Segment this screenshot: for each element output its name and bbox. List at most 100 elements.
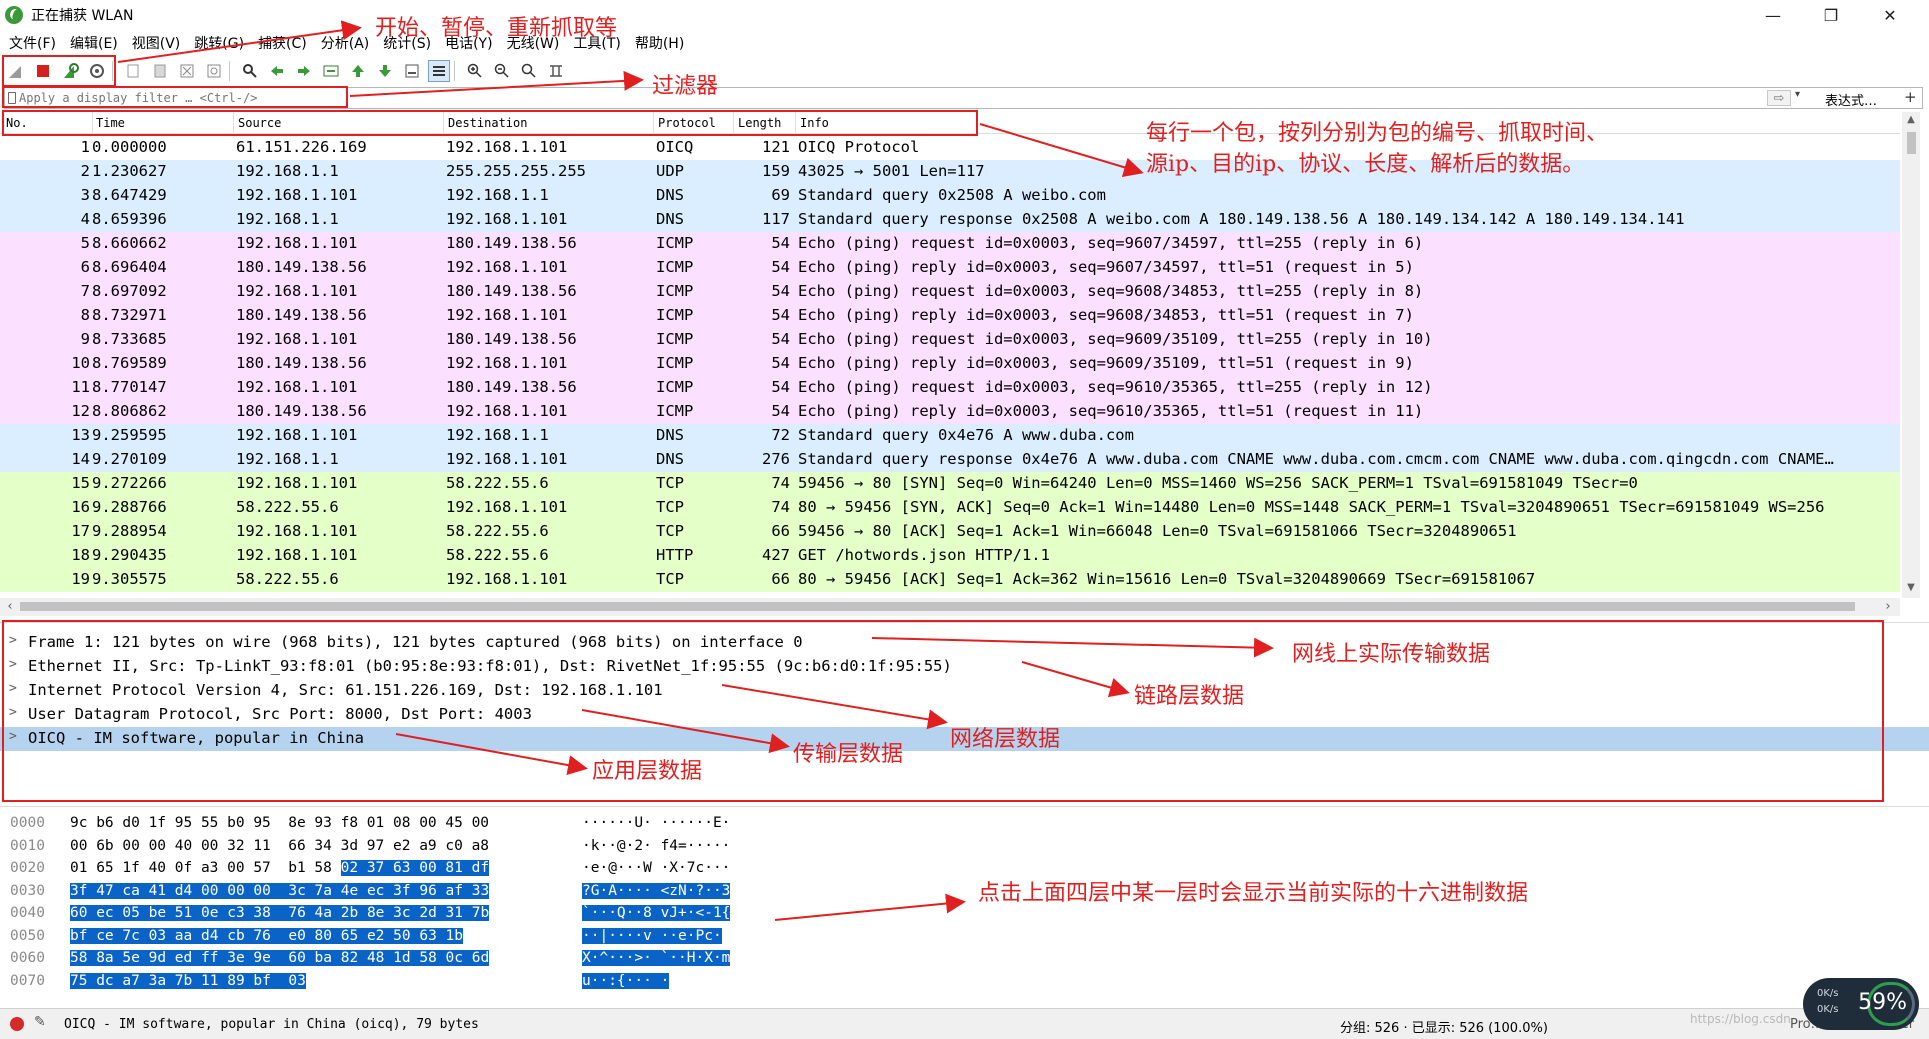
capture-status-icon[interactable] xyxy=(10,1017,24,1031)
packet-info: Echo (ping) request id=0x0003, seq=9607/… xyxy=(798,234,1424,252)
expression-button[interactable]: 表达式… xyxy=(1825,90,1877,109)
hex-bytes: 75 dc a7 3a 7b 11 89 bf 03 xyxy=(70,972,306,989)
packet-length: 74 xyxy=(771,498,790,516)
packet-list-vscroll[interactable]: ▲ ▼ xyxy=(1902,112,1920,598)
normal-size-icon[interactable] xyxy=(518,60,540,82)
add-filter-button[interactable]: + xyxy=(1904,88,1917,106)
packet-row[interactable]: 2 1.230627 192.168.1.1 255.255.255.255 UDP 15… xyxy=(0,160,1900,184)
packet-info: Standard query 0x2508 A weibo.com xyxy=(798,186,1106,204)
packet-length: 66 xyxy=(771,570,790,588)
colorize-icon[interactable] xyxy=(428,60,450,82)
resize-columns-icon[interactable] xyxy=(545,60,567,82)
packet-length: 54 xyxy=(771,258,790,276)
zoom-out-icon[interactable] xyxy=(491,60,513,82)
menu-help[interactable]: 帮助(H) xyxy=(626,33,689,53)
packet-length: 69 xyxy=(771,186,790,204)
packet-length: 54 xyxy=(771,378,790,396)
first-packet-icon[interactable] xyxy=(347,60,369,82)
menu-analyze[interactable]: 分析(A) xyxy=(312,33,375,53)
go-forward-icon[interactable] xyxy=(293,60,315,82)
packet-row[interactable]: 15 9.272266 192.168.1.101 58.222.55.6 TCP 74 5… xyxy=(0,472,1900,496)
packet-row[interactable]: 8 8.732971 180.149.138.56 192.168.1.101 ICMP… xyxy=(0,304,1900,328)
hex-ascii: ·k··@·2· f4=····· xyxy=(582,837,731,854)
packet-bytes-pane: 0000 9c b6 d0 1f 95 55 b0 95 8e 93 f8 01 … xyxy=(0,806,1929,1004)
last-packet-icon[interactable] xyxy=(374,60,396,82)
find-packet-icon[interactable] xyxy=(239,60,261,82)
toolbar-separator xyxy=(454,61,455,81)
hex-ascii: `···Q··8 vJ+·<-1{ xyxy=(582,905,731,921)
maximize-button[interactable]: ❐ xyxy=(1803,0,1859,30)
packet-row[interactable]: 18 9.290435 192.168.1.101 58.222.55.6 HTTP 42… xyxy=(0,544,1900,568)
packet-row[interactable]: 5 8.660662 192.168.1.101 180.149.138.56 ICMP… xyxy=(0,232,1900,256)
download-speed: 0K/s xyxy=(1817,1004,1839,1015)
packet-list-hscroll[interactable]: ‹ › xyxy=(0,598,1900,616)
hex-offset: 0070 xyxy=(10,972,45,989)
menu-edit[interactable]: 编辑(E) xyxy=(61,33,123,53)
edit-comment-icon[interactable]: ✎ xyxy=(34,1014,46,1030)
packet-length: 54 xyxy=(771,402,790,420)
packet-row[interactable]: 11 8.770147 192.168.1.101 180.149.138.56 ICM… xyxy=(0,376,1900,400)
go-back-icon[interactable] xyxy=(266,60,288,82)
packet-length: 72 xyxy=(771,426,790,444)
packet-row[interactable]: 9 8.733685 192.168.1.101 180.149.138.56 ICMP… xyxy=(0,328,1900,352)
scroll-right-icon[interactable]: › xyxy=(1880,598,1896,616)
menu-go[interactable]: 跳转(G) xyxy=(185,33,249,53)
packet-row[interactable]: 1 0.000000 61.151.226.169 192.168.1.101 OICQ… xyxy=(0,136,1900,160)
packet-row[interactable]: 7 8.697092 192.168.1.101 180.149.138.56 ICMP… xyxy=(0,280,1900,304)
scroll-thumb[interactable] xyxy=(20,602,1855,611)
packet-info: 59456 → 80 [ACK] Seq=1 Ack=1 Win=66048 L… xyxy=(798,522,1517,540)
hex-ascii: ·e·@···W ·X·7c··· xyxy=(582,860,731,876)
packet-row[interactable]: 19 9.305575 58.222.55.6 192.168.1.101 TCP 66 8… xyxy=(0,568,1900,592)
packet-row[interactable]: 12 8.806862 180.149.138.56 192.168.1.101 ICM… xyxy=(0,400,1900,424)
reload-file-icon[interactable] xyxy=(203,60,225,82)
packet-length: 117 xyxy=(762,210,790,228)
packet-info: GET /hotwords.json HTTP/1.1 xyxy=(798,546,1050,564)
packet-row[interactable]: 4 8.659396 192.168.1.1 192.168.1.101 DNS 117 S… xyxy=(0,208,1900,232)
packet-row[interactable]: 6 8.696404 180.149.138.56 192.168.1.101 ICMP… xyxy=(0,256,1900,280)
packet-length: 66 xyxy=(771,522,790,540)
cpu-percent: 59% xyxy=(1858,990,1907,1015)
filter-history-dropdown[interactable]: ▾ xyxy=(1795,89,1800,100)
packet-info: 80 → 59456 [SYN, ACK] Seq=0 Ack=1 Win=14… xyxy=(798,498,1825,516)
hex-offset: 0010 xyxy=(10,837,45,854)
menu-capture[interactable]: 捕获(C) xyxy=(249,33,312,53)
minimize-button[interactable]: — xyxy=(1745,0,1801,30)
packet-row[interactable]: 17 9.288954 192.168.1.101 58.222.55.6 TCP 66 5… xyxy=(0,520,1900,544)
scroll-thumb[interactable] xyxy=(1907,132,1916,154)
packet-length: 427 xyxy=(762,546,790,564)
apply-filter-arrow-icon[interactable]: ⇨ xyxy=(1767,90,1791,106)
scroll-down-icon[interactable]: ▼ xyxy=(1902,580,1920,596)
menu-file[interactable]: 文件(F) xyxy=(0,33,61,53)
packet-row[interactable]: 10 8.769589 180.149.138.56 192.168.1.101 ICM… xyxy=(0,352,1900,376)
watermark: https://blog.csdn xyxy=(1690,1012,1791,1026)
packet-info: Echo (ping) reply id=0x0003, seq=9608/34… xyxy=(798,306,1414,324)
packet-length: 54 xyxy=(771,234,790,252)
zoom-in-icon[interactable] xyxy=(464,60,486,82)
menu-view[interactable]: 视图(V) xyxy=(123,33,186,53)
packet-row[interactable]: 16 9.288766 58.222.55.6 192.168.1.101 TCP 74 8… xyxy=(0,496,1900,520)
packet-row[interactable]: 14 9.270109 192.168.1.1 192.168.1.101 DNS 276… xyxy=(0,448,1900,472)
wireshark-logo-icon xyxy=(5,6,23,24)
scroll-left-icon[interactable]: ‹ xyxy=(2,598,18,616)
close-file-icon[interactable] xyxy=(176,60,198,82)
open-file-icon[interactable] xyxy=(122,60,144,82)
close-button[interactable]: ✕ xyxy=(1862,0,1918,30)
packet-row[interactable]: 3 8.647429 192.168.1.101 192.168.1.1 DNS 69 St… xyxy=(0,184,1900,208)
packet-info: Echo (ping) request id=0x0003, seq=9610/… xyxy=(798,378,1433,396)
go-to-packet-icon[interactable] xyxy=(320,60,342,82)
packet-length: 121 xyxy=(762,138,790,156)
packet-length: 54 xyxy=(771,282,790,300)
packet-info: Echo (ping) reply id=0x0003, seq=9607/34… xyxy=(798,258,1414,276)
window-title: 正在捕获 WLAN xyxy=(31,8,134,24)
save-file-icon[interactable] xyxy=(149,60,171,82)
hex-bytes: 3f 47 ca 41 d4 00 00 00 3c 7a 4e ec 3f 9… xyxy=(70,882,490,899)
hex-ascii: ······U· ······E· xyxy=(582,815,731,831)
scroll-up-icon[interactable]: ▲ xyxy=(1902,112,1920,128)
title-bar: 正在捕获 WLAN — ❐ ✕ xyxy=(0,0,1929,30)
annotation-transport: 传输层数据 xyxy=(793,742,904,767)
status-packet-count: 分组: 526 · 已显示: 526 (100.0%) xyxy=(1340,1021,1548,1036)
packet-row[interactable]: 13 9.259595 192.168.1.101 192.168.1.1 DNS 72 S… xyxy=(0,424,1900,448)
annotation-packet-list: 每行一个包，按列分别为包的编号、抓取时间、 xyxy=(1146,121,1609,146)
auto-scroll-icon[interactable] xyxy=(401,60,423,82)
hex-ascii: ··|····v ··e·Pc· xyxy=(582,927,722,944)
